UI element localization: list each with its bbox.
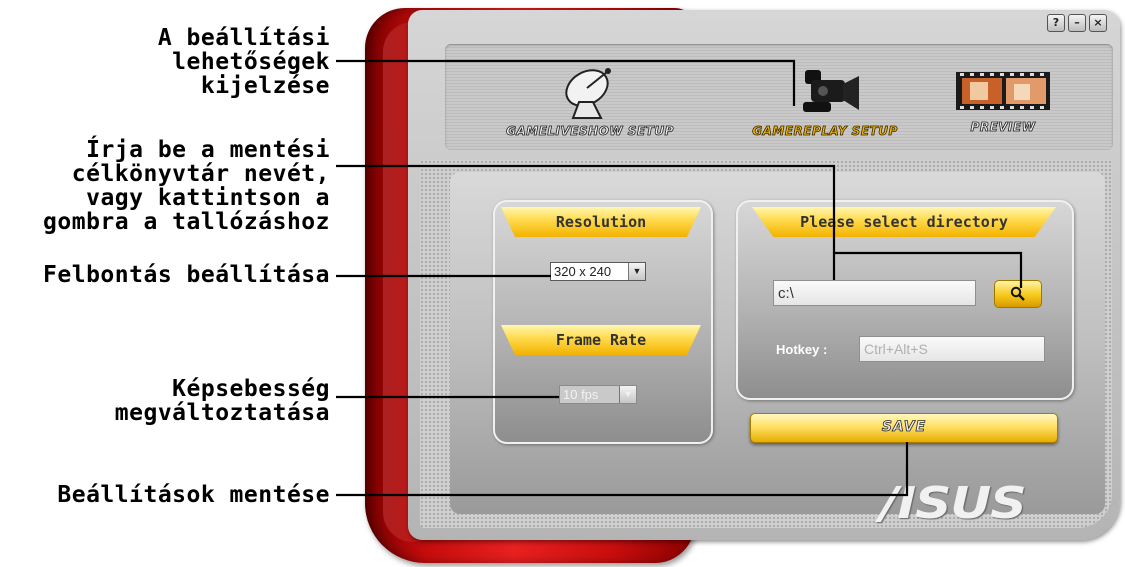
frame-rate-header: Frame Rate: [501, 325, 701, 355]
tab-label: PREVIEW: [970, 120, 1036, 135]
tab-preview[interactable]: PREVIEW: [938, 66, 1068, 134]
satellite-dish-icon: [565, 68, 611, 119]
annotation-line: Beállítások mentése: [57, 482, 330, 508]
annotation-line: vagy kattintson a: [86, 185, 330, 211]
resolution-value: 320 x 240: [554, 264, 612, 279]
tab-label: GAMEREPLAY SETUP: [752, 124, 898, 139]
frame-rate-value: 10 fps: [563, 387, 599, 402]
annotation-save: Beállítások mentése: [57, 483, 330, 507]
hotkey-label: Hotkey :: [776, 342, 828, 357]
annotation-resolution: Felbontás beállítása: [43, 263, 330, 287]
asus-logo: /ISUS: [880, 478, 1027, 529]
annotation-line: lehetőségek: [172, 49, 330, 75]
directory-path-input[interactable]: c:\: [773, 280, 976, 306]
resolution-dropdown[interactable]: 320 x 240 ▼: [550, 262, 646, 281]
film-strip-icon: [956, 72, 1050, 110]
annotation-line: Képsebesség: [172, 376, 330, 402]
video-camera-icon: [803, 70, 859, 112]
magnifier-icon: [1010, 286, 1025, 301]
tab-label: GAMELIVESHOW SETUP: [506, 124, 674, 139]
help-button[interactable]: ?: [1047, 14, 1065, 32]
annotation-line: Felbontás beállítása: [43, 262, 330, 288]
annotation-line: megváltoztatása: [114, 400, 330, 426]
annotation-frame-rate: Képsebesség megváltoztatása: [115, 377, 330, 425]
directory-header: Please select directory: [752, 207, 1056, 237]
save-button[interactable]: SAVE: [750, 413, 1058, 443]
annotation-line: célkönyvtár nevét,: [71, 161, 330, 187]
frame-rate-dropdown[interactable]: 10 fps ▼: [559, 385, 637, 404]
annotation-line: Írja be a mentési: [86, 137, 330, 163]
annotation-line: A beállítási: [157, 25, 330, 51]
annotation-directory: Írja be a mentési célkönyvtár nevét, vag…: [43, 138, 330, 234]
annotation-line: gombra a tallózáshoz: [43, 209, 330, 235]
close-button[interactable]: ×: [1089, 14, 1107, 32]
hotkey-input[interactable]: Ctrl+Alt+S: [859, 336, 1045, 362]
chevron-down-icon[interactable]: ▼: [628, 263, 645, 280]
chevron-down-icon[interactable]: ▼: [619, 386, 636, 403]
minimize-button[interactable]: –: [1068, 14, 1086, 32]
resolution-header: Resolution: [501, 207, 701, 237]
browse-button[interactable]: [994, 280, 1042, 308]
annotation-display-options: A beállítási lehetőségek kijelzése: [158, 26, 330, 98]
tab-gameliveshow-setup[interactable]: GAMELIVESHOW SETUP: [480, 62, 700, 138]
annotation-line: kijelzése: [200, 73, 330, 99]
tab-gamereplay-setup[interactable]: GAMEREPLAY SETUP: [715, 60, 935, 138]
